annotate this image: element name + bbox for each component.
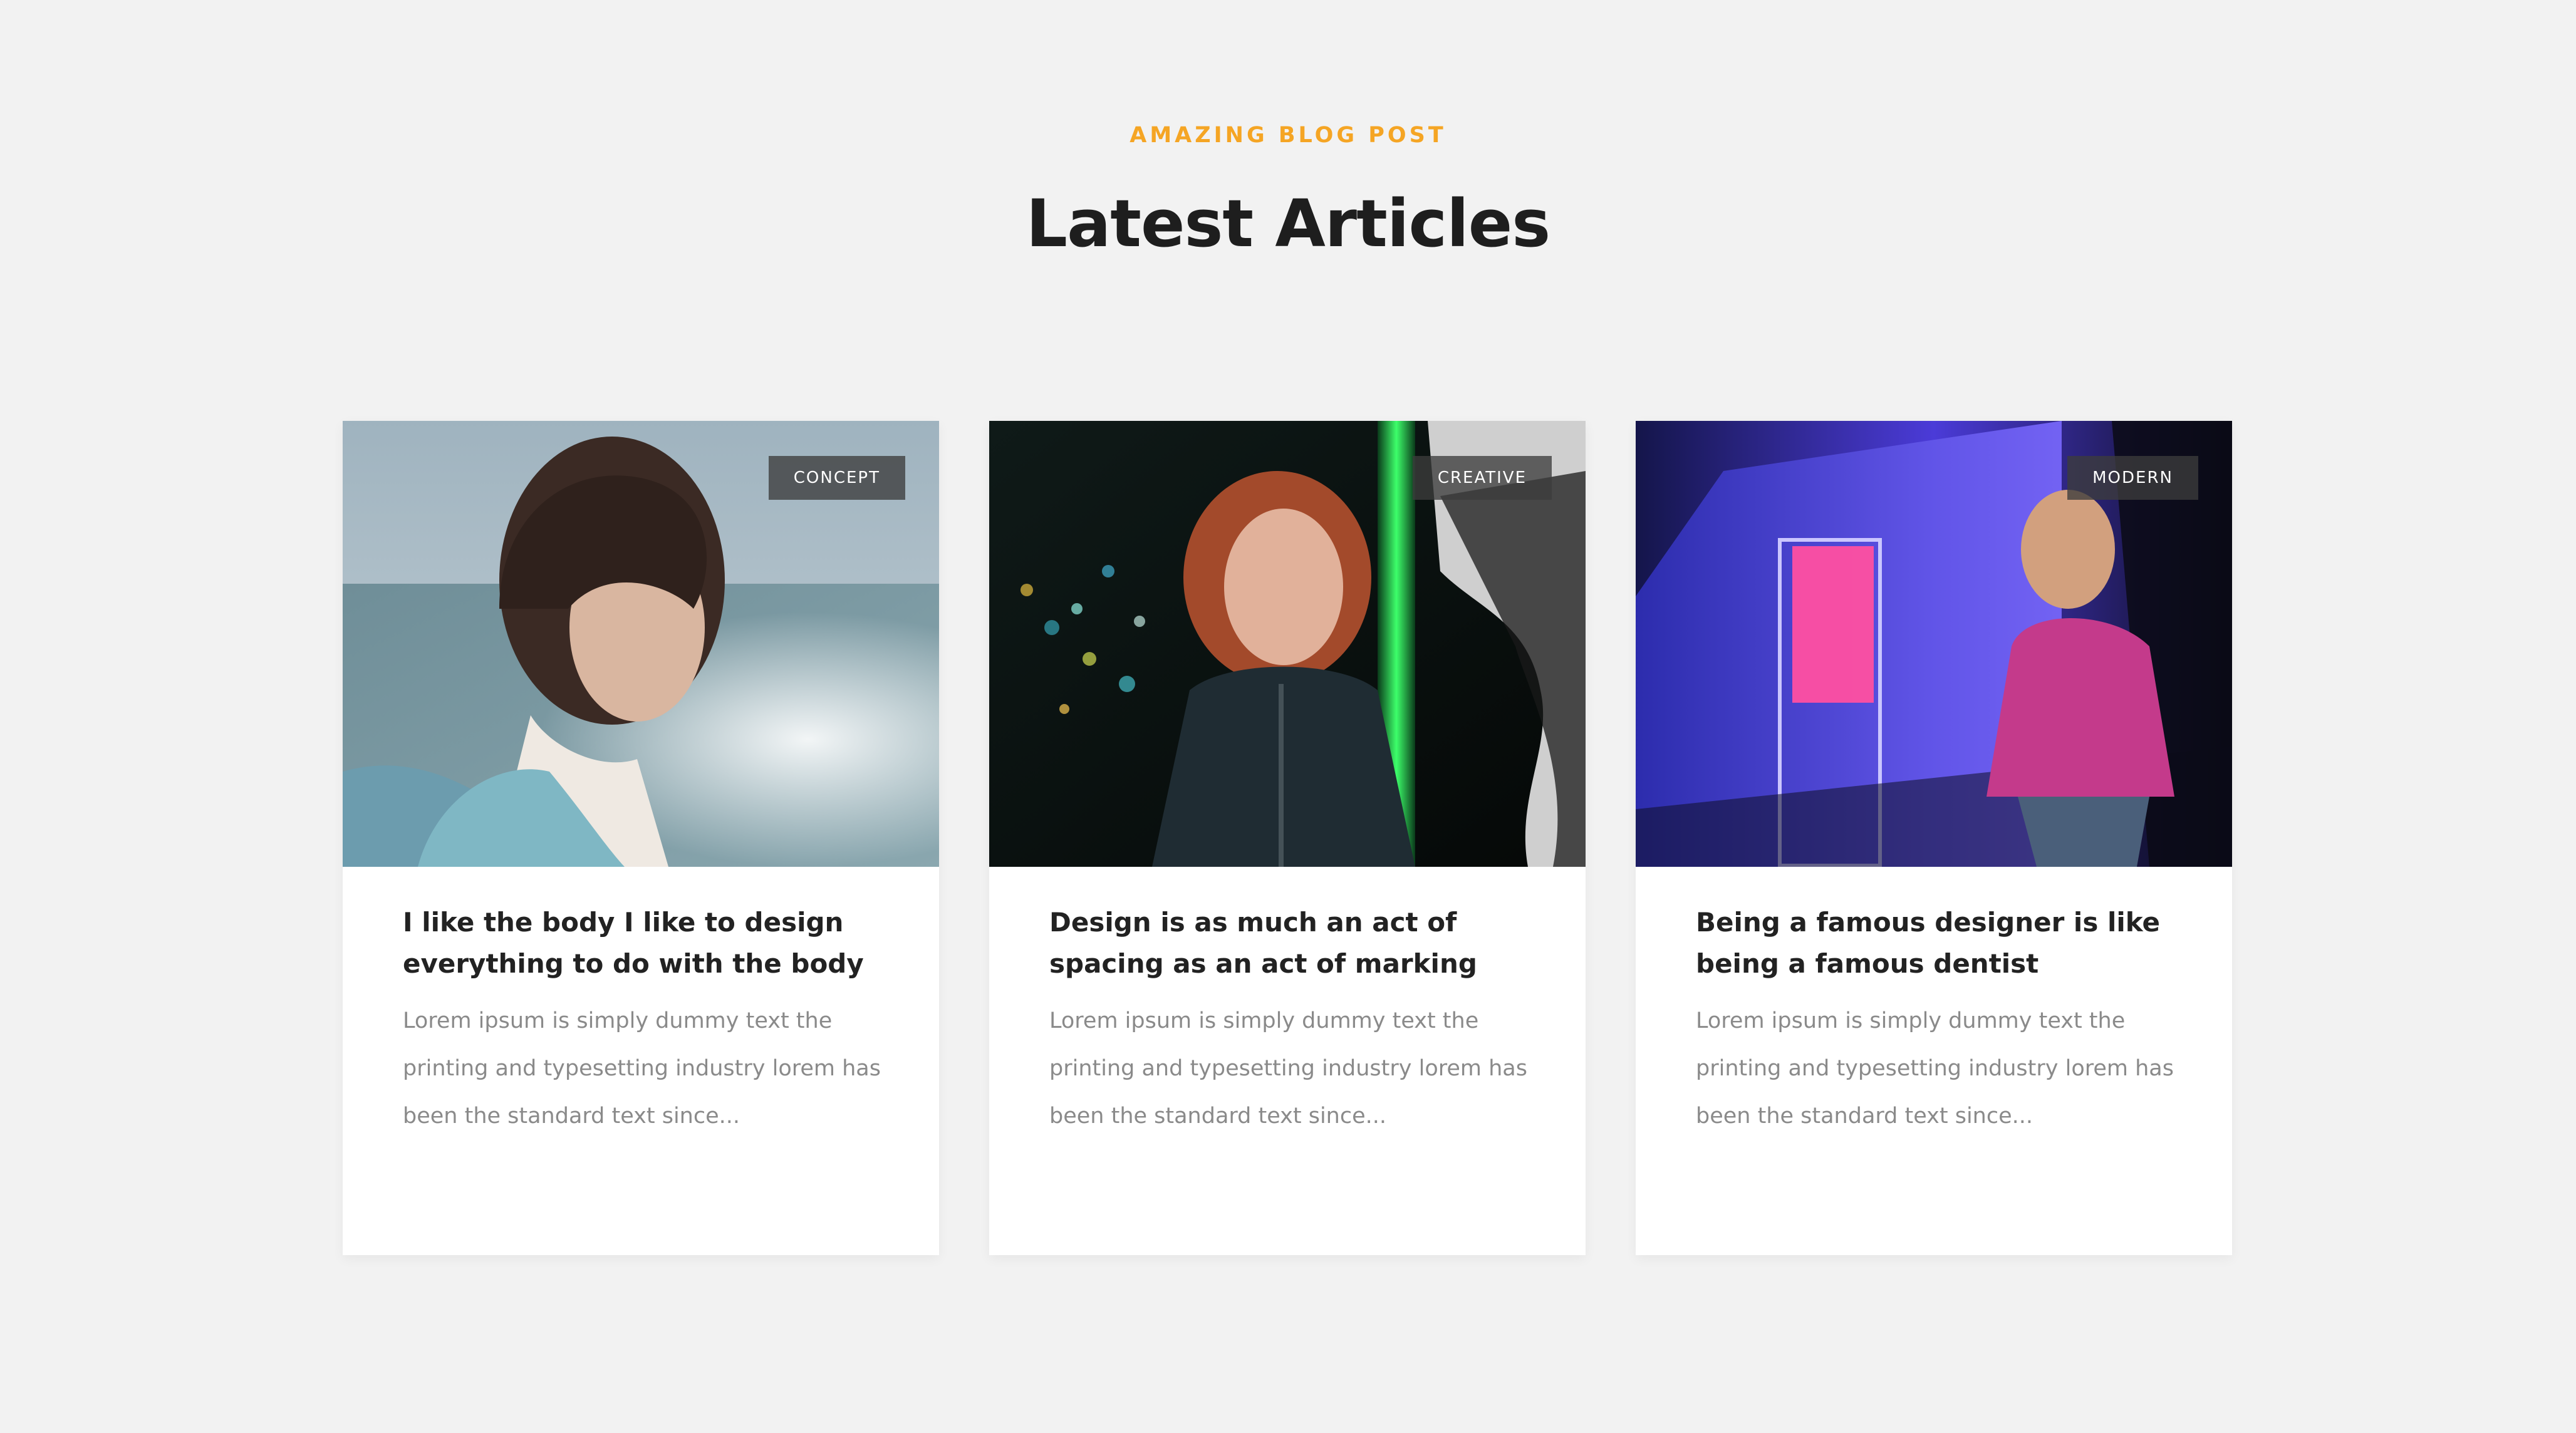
category-tag[interactable]: CONCEPT	[768, 456, 905, 500]
article-title[interactable]: I like the body I like to design everyth…	[403, 902, 885, 985]
article-image[interactable]: CREATIVE	[989, 421, 1586, 867]
article-excerpt: Lorem ipsum is simply dummy text the pri…	[1049, 1008, 1527, 1129]
article-card[interactable]: CREATIVE Design is as much an act of spa…	[989, 421, 1586, 1255]
category-tag[interactable]: MODERN	[2067, 456, 2198, 500]
articles-grid: CONCEPT I like the body I like to design…	[343, 421, 2232, 1255]
article-excerpt: Lorem ipsum is simply dummy text the pri…	[403, 1008, 881, 1129]
article-image[interactable]: MODERN	[1636, 421, 2232, 867]
category-tag[interactable]: CREATIVE	[1412, 456, 1552, 500]
article-title[interactable]: Design is as much an act of spacing as a…	[1049, 902, 1532, 985]
section-title: Latest Articles	[1026, 185, 1550, 262]
section-eyebrow: AMAZING BLOG POST	[1130, 123, 1446, 148]
article-title[interactable]: Being a famous designer is like being a …	[1696, 902, 2178, 985]
article-image[interactable]: CONCEPT	[343, 421, 939, 867]
article-card[interactable]: CONCEPT I like the body I like to design…	[343, 421, 939, 1255]
article-excerpt: Lorem ipsum is simply dummy text the pri…	[1696, 1008, 2174, 1129]
article-card[interactable]: MODERN Being a famous designer is like b…	[1636, 421, 2232, 1255]
